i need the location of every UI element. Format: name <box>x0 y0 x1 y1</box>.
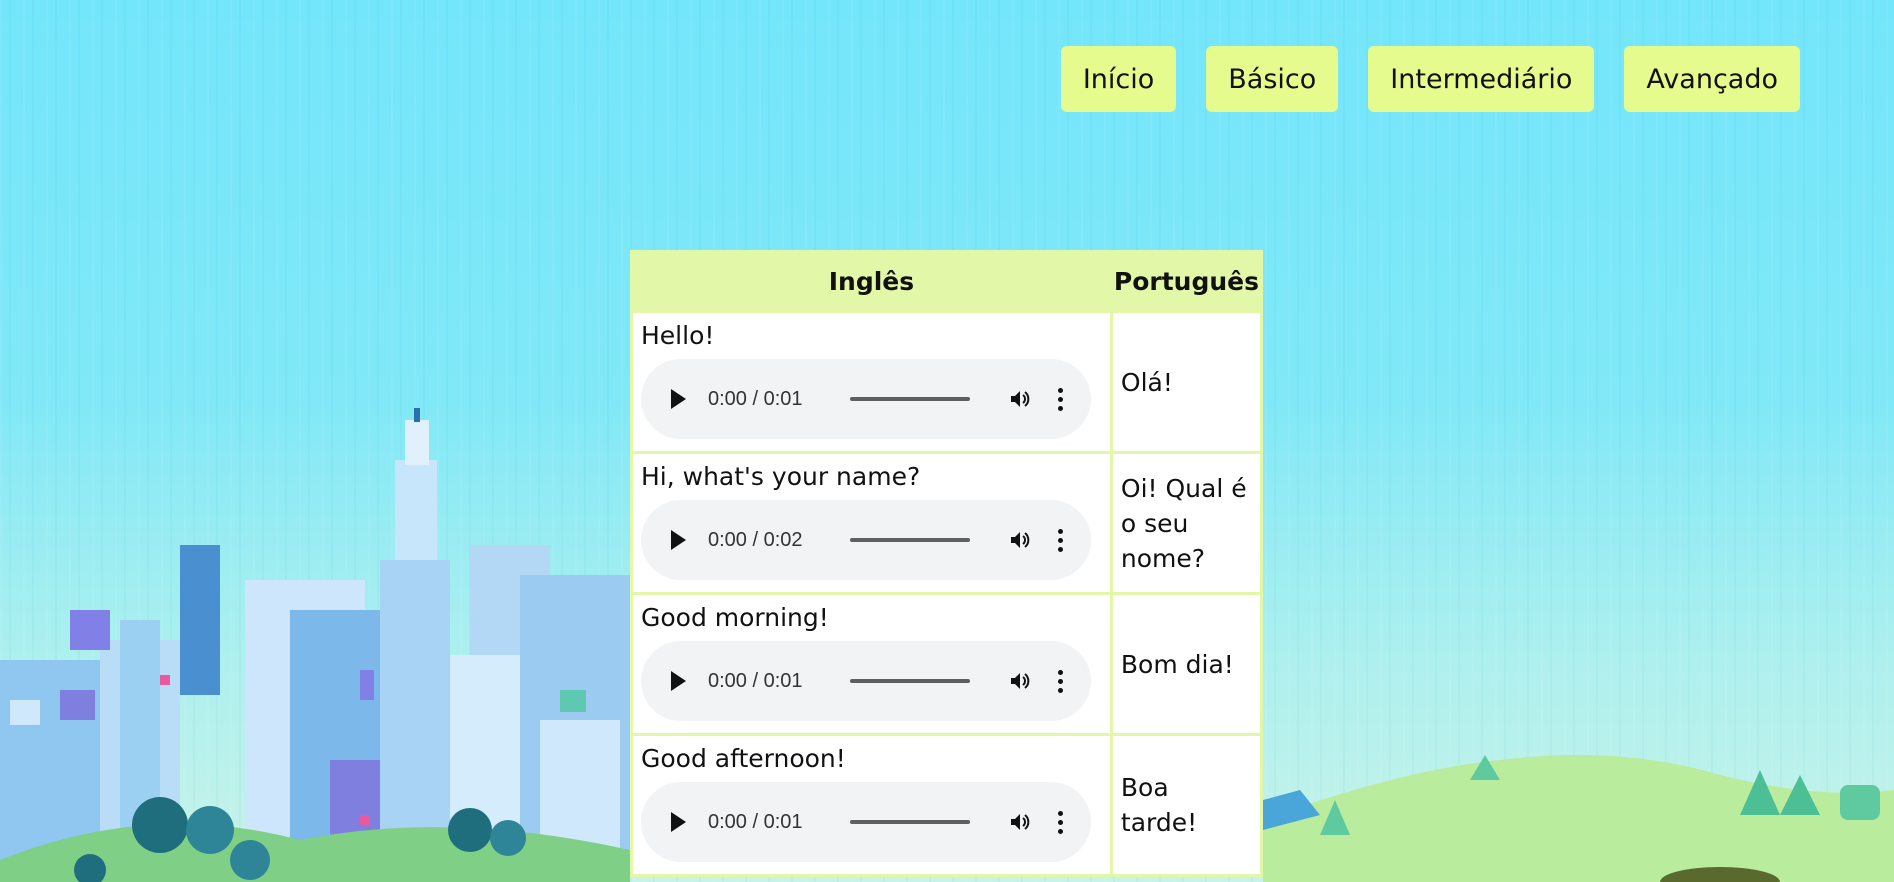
english-phrase: Good morning! <box>641 603 829 632</box>
portuguese-cell: Bom dia! <box>1109 592 1264 736</box>
phrases-table: Inglês Português Hello! 0:00 / 0:01 Olá!… <box>630 250 1264 877</box>
nav-inicio-button[interactable]: Início <box>1060 46 1177 112</box>
nav-basico-button[interactable]: Básico <box>1206 46 1339 112</box>
audio-progress-bar[interactable] <box>850 820 970 824</box>
english-cell: Hello! 0:00 / 0:01 <box>630 310 1113 454</box>
english-phrase: Hi, what's your name? <box>641 462 921 491</box>
table-row: Good morning! 0:00 / 0:01 Bom dia! <box>630 592 1264 736</box>
audio-player[interactable]: 0:00 / 0:01 <box>641 782 1091 862</box>
audio-time: 0:00 / 0:01 <box>708 810 803 833</box>
more-options-icon[interactable] <box>1058 669 1063 693</box>
more-options-icon[interactable] <box>1058 528 1063 552</box>
english-cell: Hi, what's your name? 0:00 / 0:02 <box>630 451 1113 595</box>
more-options-icon[interactable] <box>1058 810 1063 834</box>
more-options-icon[interactable] <box>1058 387 1063 411</box>
nav-intermediario-button[interactable]: Intermediário <box>1368 46 1595 112</box>
table-row: Good afternoon! 0:00 / 0:01 Boa tarde! <box>630 733 1264 877</box>
audio-time: 0:00 / 0:01 <box>708 669 803 692</box>
audio-time: 0:00 / 0:01 <box>708 387 803 410</box>
audio-player[interactable]: 0:00 / 0:01 <box>641 359 1091 439</box>
phrases-table-container: Inglês Português Hello! 0:00 / 0:01 Olá!… <box>630 250 1264 877</box>
nav-avancado-button[interactable]: Avançado <box>1624 46 1800 112</box>
portuguese-cell: Olá! <box>1109 310 1264 454</box>
table-header-row: Inglês Português <box>630 250 1264 313</box>
play-icon[interactable] <box>671 671 686 691</box>
header-english: Inglês <box>630 250 1113 313</box>
audio-progress-bar[interactable] <box>850 538 970 542</box>
english-cell: Good afternoon! 0:00 / 0:01 <box>630 733 1113 877</box>
header-portuguese: Português <box>1109 250 1264 313</box>
main-nav: Início Básico Intermediário Avançado <box>1060 46 1800 112</box>
portuguese-cell: Boa tarde! <box>1109 733 1264 877</box>
table-row: Hello! 0:00 / 0:01 Olá! <box>630 310 1264 454</box>
table-row: Hi, what's your name? 0:00 / 0:02 Oi! Qu… <box>630 451 1264 595</box>
english-cell: Good morning! 0:00 / 0:01 <box>630 592 1113 736</box>
play-icon[interactable] <box>671 530 686 550</box>
english-phrase: Good afternoon! <box>641 744 846 773</box>
volume-icon[interactable] <box>1008 810 1032 834</box>
audio-time: 0:00 / 0:02 <box>708 528 803 551</box>
audio-player[interactable]: 0:00 / 0:01 <box>641 641 1091 721</box>
audio-player[interactable]: 0:00 / 0:02 <box>641 500 1091 580</box>
portuguese-cell: Oi! Qual é o seu nome? <box>1109 451 1264 595</box>
play-icon[interactable] <box>671 389 686 409</box>
volume-icon[interactable] <box>1008 387 1032 411</box>
audio-progress-bar[interactable] <box>850 397 970 401</box>
volume-icon[interactable] <box>1008 669 1032 693</box>
audio-progress-bar[interactable] <box>850 679 970 683</box>
volume-icon[interactable] <box>1008 528 1032 552</box>
play-icon[interactable] <box>671 812 686 832</box>
english-phrase: Hello! <box>641 321 715 350</box>
